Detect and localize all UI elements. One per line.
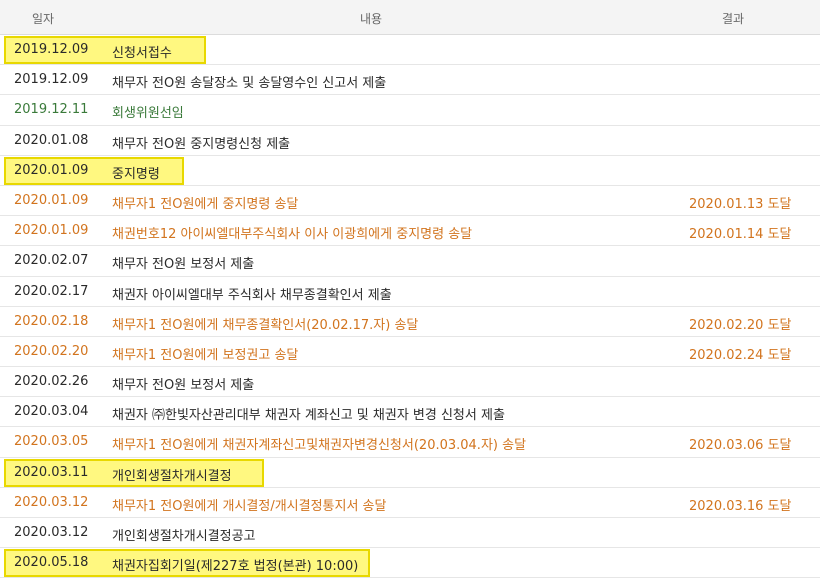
row-date: 2020.03.05 xyxy=(14,434,89,450)
row-content: 채무자 전O원 보정서 제출 xyxy=(112,257,255,273)
table-row: 2020.05.18 채권자집회기일(제227호 법정(본관) 10:00) xyxy=(0,548,820,579)
table-row: 2019.12.09 채무자 전O원 송달장소 및 송달영수인 신고서 제출 xyxy=(0,65,820,96)
header-content: 내용 xyxy=(360,12,383,26)
row-content: 채무자1 전O원에게 보정권고 송달 xyxy=(112,347,299,363)
table-row: 2020.03.12 개인회생절차개시결정공고 xyxy=(0,518,820,549)
row-content: 회생위원선임 xyxy=(112,106,184,122)
table-row: 2020.02.20 채무자1 전O원에게 보정권고 송달 2020.02.24… xyxy=(0,337,820,368)
row-date: 2020.01.09 xyxy=(14,223,89,239)
row-content: 채무자 전O원 송달장소 및 송달영수인 신고서 제출 xyxy=(112,76,387,92)
row-content: 채무자 전O원 보정서 제출 xyxy=(112,378,255,394)
row-content: 채권자집회기일(제227호 법정(본관) 10:00) xyxy=(112,559,359,575)
row-result: 2020.01.14 도달 xyxy=(689,227,792,243)
table-row: 2019.12.11 회생위원선임 xyxy=(0,95,820,126)
row-content: 개인회생절차개시결정공고 xyxy=(112,529,256,544)
table-header: 일자 내용 결과 xyxy=(0,0,820,35)
row-content: 채무자1 전O원에게 채무종결확인서(20.02.17.자) 송달 xyxy=(112,317,419,333)
row-content: 채권자 아이씨엘대부 주식회사 채무종결확인서 제출 xyxy=(112,287,392,303)
row-date: 2020.01.08 xyxy=(14,132,89,148)
row-content: 채권자 ㈜한빛자산관리대부 채권자 계좌신고 및 채권자 변경 신청서 제출 xyxy=(112,408,505,424)
table-row: 2020.02.07 채무자 전O원 보정서 제출 xyxy=(0,246,820,277)
row-date: 2020.02.26 xyxy=(14,374,89,390)
row-content: 채권번호12 아이씨엘대부주식회사 이사 이광희에게 중지명령 송달 xyxy=(112,227,473,243)
row-date: 2020.05.18 xyxy=(14,555,89,571)
table-row: 2020.03.11 개인회생절차개시결정 xyxy=(0,458,820,488)
table-row: 2020.01.09 채권번호12 아이씨엘대부주식회사 이사 이광희에게 중지… xyxy=(0,216,820,247)
row-date: 2020.02.20 xyxy=(14,343,89,359)
row-content: 중지명령 xyxy=(112,166,160,182)
row-result: 2020.02.24 도달 xyxy=(689,347,792,363)
table-row: 2019.12.09 신청서접수 xyxy=(0,35,820,66)
row-date: 2019.12.09 xyxy=(14,72,89,88)
table-row: 2020.03.12 채무자1 전O원에게 개시결정/개시결정통지서 송달 20… xyxy=(0,488,820,518)
row-date: 2020.02.18 xyxy=(14,313,89,329)
table-row: 2020.02.26 채무자 전O원 보정서 제출 xyxy=(0,367,820,398)
row-content: 채무자1 전O원에게 채권자계좌신고및채권자변경신청서(20.03.04.자) … xyxy=(112,438,527,454)
row-date: 2019.12.09 xyxy=(14,42,89,57)
row-content: 신청서접수 xyxy=(112,46,172,61)
row-result: 2020.01.13 도달 xyxy=(689,196,792,212)
table-row: 2020.03.05 채무자1 전O원에게 채권자계좌신고및채권자변경신청서(2… xyxy=(0,427,820,458)
row-content: 채무자1 전O원에게 개시결정/개시결정통지서 송달 xyxy=(112,498,387,514)
row-date: 2020.02.07 xyxy=(14,253,89,269)
row-content: 개인회생절차개시결정 xyxy=(112,468,232,484)
row-date: 2020.02.17 xyxy=(14,283,89,299)
header-date: 일자 xyxy=(32,12,55,26)
case-history-table: 일자 내용 결과 2019.12.09 신청서접수 2019.12.09 채무자… xyxy=(0,0,820,579)
row-content: 채무자1 전O원에게 중지명령 송달 xyxy=(112,196,299,212)
row-date: 2020.03.12 xyxy=(14,525,89,540)
header-result: 결과 xyxy=(722,12,745,26)
row-result: 2020.03.06 도달 xyxy=(689,438,792,454)
row-date: 2020.01.09 xyxy=(14,162,89,178)
table-row: 2020.01.09 채무자1 전O원에게 중지명령 송달 2020.01.13… xyxy=(0,186,820,217)
table-row: 2020.01.09 중지명령 xyxy=(0,156,820,186)
row-date: 2020.03.04 xyxy=(14,404,89,420)
row-date: 2020.03.11 xyxy=(14,464,89,480)
table-row: 2020.01.08 채무자 전O원 중지명령신청 제출 xyxy=(0,126,820,156)
row-result: 2020.02.20 도달 xyxy=(689,317,792,333)
row-date: 2020.01.09 xyxy=(14,192,89,208)
row-result: 2020.03.16 도달 xyxy=(689,498,792,514)
table-row: 2020.03.04 채권자 ㈜한빛자산관리대부 채권자 계좌신고 및 채권자 … xyxy=(0,397,820,428)
row-date: 2019.12.11 xyxy=(14,102,89,118)
table-row: 2020.02.17 채권자 아이씨엘대부 주식회사 채무종결확인서 제출 xyxy=(0,277,820,307)
row-content: 채무자 전O원 중지명령신청 제출 xyxy=(112,136,291,152)
table-row: 2020.02.18 채무자1 전O원에게 채무종결확인서(20.02.17.자… xyxy=(0,307,820,337)
row-date: 2020.03.12 xyxy=(14,494,89,510)
